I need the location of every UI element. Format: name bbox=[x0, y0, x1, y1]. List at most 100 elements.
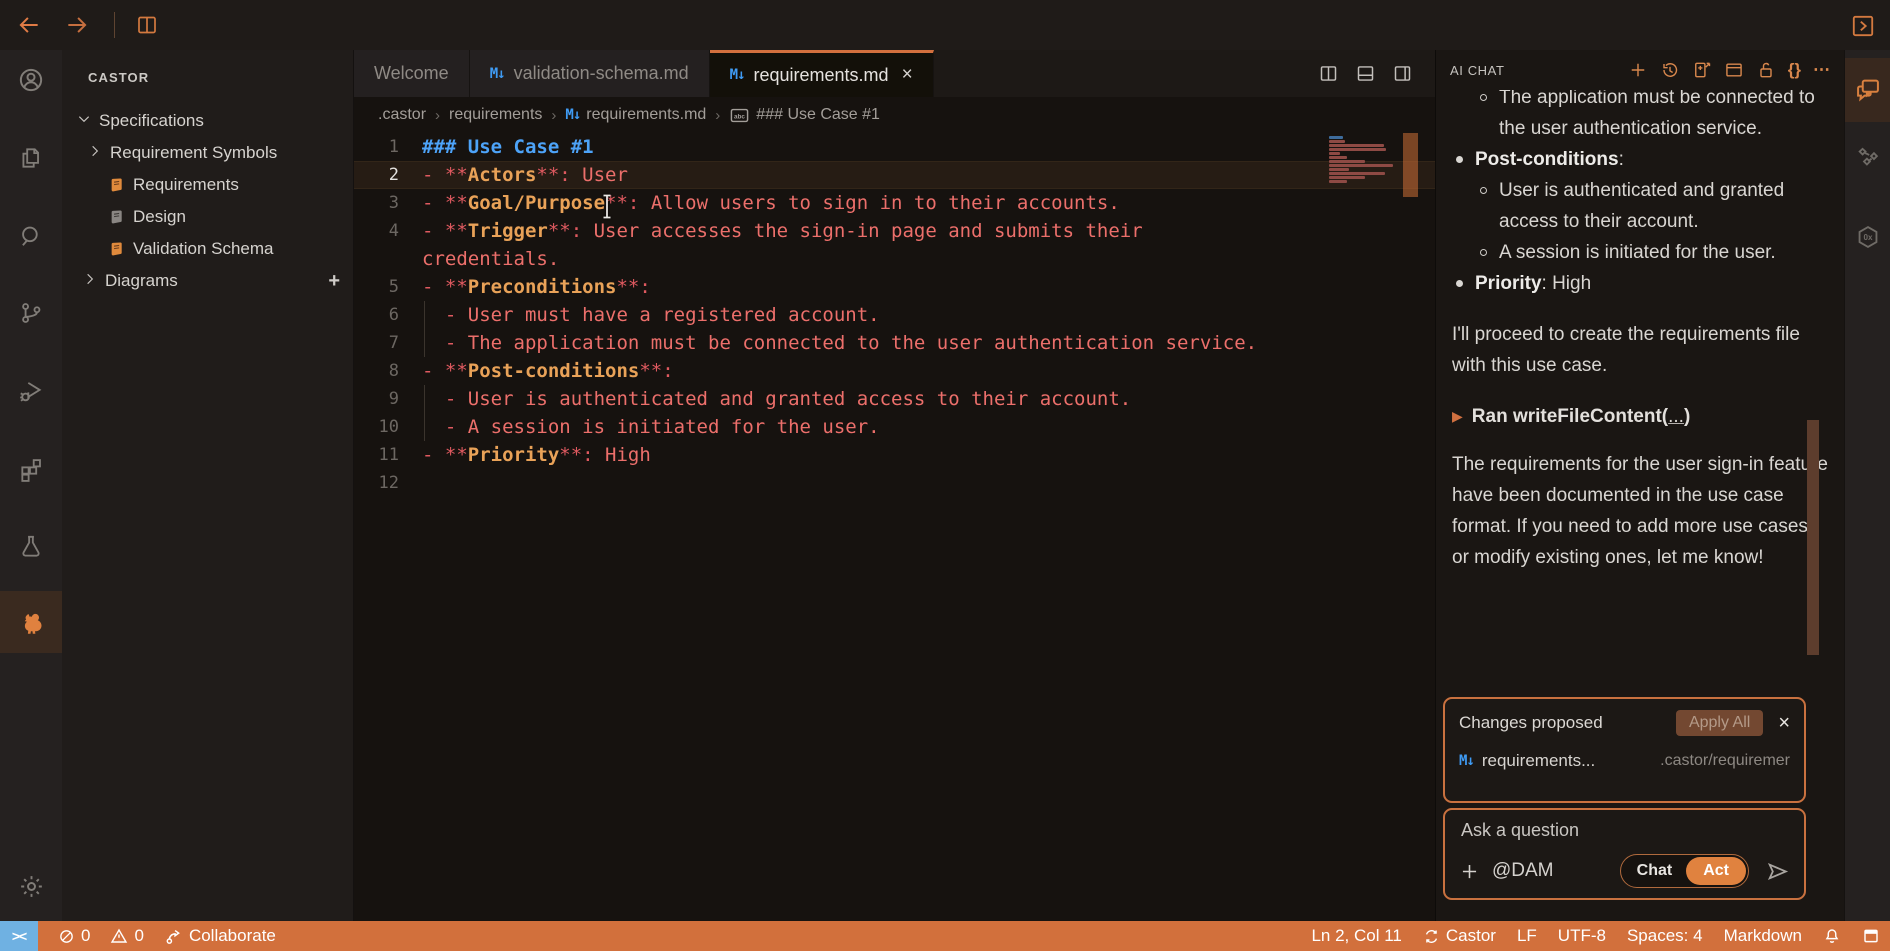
send-icon[interactable] bbox=[1765, 859, 1790, 884]
chat-input[interactable] bbox=[1459, 819, 1794, 842]
code-line-2[interactable]: 2- **Actors**: User bbox=[354, 161, 1435, 189]
status-collaborate[interactable]: Collaborate bbox=[164, 926, 276, 946]
tree-item-specifications[interactable]: Specifications bbox=[62, 105, 353, 137]
tree-item-requirement-symbols[interactable]: Requirement Symbols bbox=[62, 137, 353, 169]
code-line-5[interactable]: 5- **Preconditions**: bbox=[354, 273, 1435, 301]
expand-triangle-icon[interactable]: ▶ bbox=[1452, 401, 1463, 432]
code-line-11[interactable]: 11- **Priority**: High bbox=[354, 441, 1435, 469]
status-layout[interactable] bbox=[1862, 927, 1880, 945]
status-0[interactable]: 0 bbox=[58, 926, 90, 946]
book-icon bbox=[107, 176, 125, 195]
rightbar-item-chat[interactable] bbox=[1845, 58, 1890, 122]
history-icon[interactable] bbox=[1660, 60, 1680, 80]
remote-indicator[interactable]: >< bbox=[0, 921, 38, 951]
chat-message: The requirements for the user sign-in fe… bbox=[1452, 449, 1828, 573]
indent-guide bbox=[424, 385, 425, 413]
bullet-icon bbox=[1456, 280, 1463, 287]
files-icon bbox=[18, 145, 44, 171]
ai-chat-panel: AI CHAT {}⋯ The application must be conn… bbox=[1435, 50, 1844, 921]
activity-item-source-control[interactable] bbox=[0, 287, 62, 339]
status-ln-2-col-11[interactable]: Ln 2, Col 11 bbox=[1311, 926, 1401, 946]
tab-bar: WelcomeM↓validation-schema.mdM↓requireme… bbox=[354, 50, 1435, 97]
activity-item-search[interactable] bbox=[0, 210, 62, 262]
status-markdown[interactable]: Markdown bbox=[1724, 926, 1802, 946]
status-bar: >< 00 Collaborate Ln 2, Col 11 Castor LF UTF… bbox=[0, 921, 1890, 951]
add-diagram-button[interactable]: + bbox=[328, 270, 340, 293]
book-icon bbox=[107, 208, 125, 227]
tree-item-validation-schema[interactable]: Validation Schema bbox=[62, 233, 353, 265]
tree-item-diagrams[interactable]: Diagrams+ bbox=[62, 265, 353, 297]
activity-item-account[interactable] bbox=[0, 54, 62, 106]
chat-mode-label[interactable]: Chat bbox=[1623, 859, 1687, 883]
tab-validation-schema-md[interactable]: M↓validation-schema.md bbox=[470, 50, 710, 97]
rightbar-item-hex-0x[interactable]: 0x bbox=[1845, 211, 1890, 263]
breadcrumb-item[interactable]: .castor bbox=[378, 106, 426, 124]
activity-item-settings[interactable] bbox=[0, 860, 62, 912]
code-line-7[interactable]: 7 - The application must be connected to… bbox=[354, 329, 1435, 357]
tool-call-row[interactable]: ▶Ran writeFileContent(...) bbox=[1452, 401, 1828, 432]
attach-plus-icon[interactable] bbox=[1459, 861, 1480, 882]
breadcrumb-item[interactable]: requirements bbox=[449, 106, 542, 124]
more-icon[interactable]: ⋯ bbox=[1813, 60, 1830, 80]
status-spaces-4[interactable]: Spaces: 4 bbox=[1627, 926, 1703, 946]
status-lf[interactable]: LF bbox=[1517, 926, 1537, 946]
status-utf-8[interactable]: UTF-8 bbox=[1558, 926, 1606, 946]
status-bell[interactable] bbox=[1823, 927, 1841, 945]
braces-icon[interactable]: {} bbox=[1788, 60, 1801, 80]
changed-file-name[interactable]: requirements... bbox=[1482, 751, 1595, 771]
window-icon[interactable] bbox=[1724, 60, 1744, 80]
indent-guide bbox=[424, 413, 425, 441]
split-editor-icon[interactable] bbox=[1318, 63, 1339, 84]
chat-scrollbar[interactable] bbox=[1807, 420, 1819, 655]
layout-panel-icon[interactable] bbox=[1355, 63, 1376, 84]
code-line-12[interactable]: 12 bbox=[354, 469, 1435, 497]
act-mode-label[interactable]: Act bbox=[1686, 857, 1746, 885]
code-line-wrap[interactable]: credentials. bbox=[354, 245, 1435, 273]
unlock-icon[interactable] bbox=[1756, 60, 1776, 80]
file-export-icon[interactable] bbox=[1692, 60, 1712, 80]
code-line-8[interactable]: 8- **Post-conditions**: bbox=[354, 357, 1435, 385]
status-castor[interactable]: Castor bbox=[1423, 926, 1496, 946]
search-icon bbox=[18, 223, 44, 249]
line-number: 3 bbox=[354, 189, 409, 217]
changes-proposed-title: Changes proposed bbox=[1459, 713, 1603, 733]
activity-item-extensions[interactable] bbox=[0, 443, 62, 495]
activity-item-debug[interactable] bbox=[0, 365, 62, 417]
code-line-9[interactable]: 9 - User is authenticated and granted ac… bbox=[354, 385, 1435, 413]
tab-requirements-md[interactable]: M↓requirements.md× bbox=[710, 50, 934, 97]
code-line-3[interactable]: 3- **Goal/Purpose**: Allow users to sign… bbox=[354, 189, 1435, 217]
forward-arrow-icon[interactable] bbox=[64, 12, 90, 38]
line-number: 1 bbox=[354, 133, 409, 161]
layout-sidebar-right-icon[interactable] bbox=[1392, 63, 1413, 84]
close-changes-icon[interactable]: × bbox=[1778, 712, 1790, 735]
close-tab-icon[interactable]: × bbox=[902, 64, 913, 86]
breadcrumb-item[interactable]: M↓requirements.md bbox=[565, 106, 706, 124]
activity-item-files[interactable] bbox=[0, 132, 62, 184]
markdown-icon: M↓ bbox=[730, 67, 745, 83]
tab-welcome[interactable]: Welcome bbox=[354, 50, 470, 97]
status-0[interactable]: 0 bbox=[110, 926, 143, 946]
code-line-1[interactable]: 1### Use Case #1 bbox=[354, 133, 1435, 161]
breadcrumb-item[interactable]: abc### Use Case #1 bbox=[729, 106, 880, 124]
minimap[interactable] bbox=[1329, 136, 1399, 188]
activity-item-beaker[interactable] bbox=[0, 520, 62, 572]
editor-scrollbar[interactable] bbox=[1403, 133, 1418, 197]
plus-icon[interactable] bbox=[1628, 60, 1648, 80]
activity-item-castor[interactable] bbox=[0, 591, 62, 653]
mention-dam-button[interactable]: @DAM bbox=[1492, 860, 1554, 882]
split-editor-icon[interactable] bbox=[135, 13, 159, 37]
back-arrow-icon[interactable] bbox=[16, 12, 42, 38]
code-line-4[interactable]: 4- **Trigger**: User accesses the sign-i… bbox=[354, 217, 1435, 245]
code-line-10[interactable]: 10 - A session is initiated for the user… bbox=[354, 413, 1435, 441]
panel-toggle-icon[interactable] bbox=[1850, 13, 1876, 39]
tree-item-requirements[interactable]: Requirements bbox=[62, 169, 353, 201]
rightbar-item-graph[interactable] bbox=[1845, 131, 1890, 183]
code-line-6[interactable]: 6 - User must have a registered account. bbox=[354, 301, 1435, 329]
chat-act-toggle[interactable]: Chat Act bbox=[1620, 854, 1749, 888]
apply-all-button[interactable]: Apply All bbox=[1676, 710, 1763, 736]
tree-item-design[interactable]: Design bbox=[62, 201, 353, 233]
code-editor[interactable]: 1### Use Case #12- **Actors**: User3- **… bbox=[354, 133, 1435, 921]
book-icon bbox=[107, 240, 125, 259]
changed-file-path: .castor/requiremer bbox=[1660, 752, 1790, 770]
ide-window: CASTOR SpecificationsRequirement Symbols… bbox=[0, 0, 1890, 951]
